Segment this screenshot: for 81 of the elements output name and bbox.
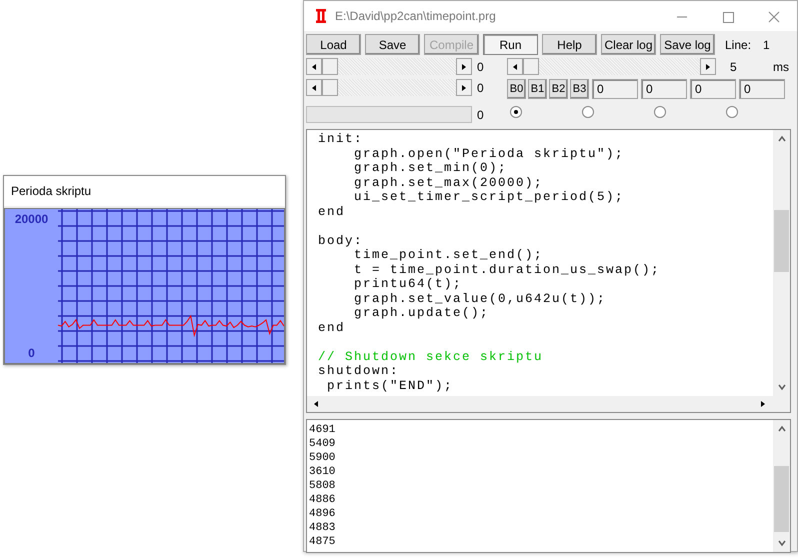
scrollbar-thumb[interactable] (774, 466, 789, 532)
scrollbar[interactable] (507, 58, 716, 75)
left-arrow-icon (311, 84, 317, 92)
log-line: 3610 (309, 465, 336, 479)
code-line: body: (318, 234, 364, 248)
line-label: Line: (725, 36, 752, 54)
toolbar-button[interactable]: Load (306, 34, 361, 55)
left-arrow-icon (311, 62, 317, 70)
code-line: ui_set_timer_script_period(5); (353, 190, 626, 204)
code-line: end (318, 320, 346, 335)
log-line: 5808 (309, 479, 336, 493)
radio-button[interactable] (510, 106, 522, 118)
period-unit: ms (773, 58, 789, 76)
scrollbar-thumb[interactable] (322, 79, 338, 96)
code-line: graph.open("Perioda skriptu"); (353, 146, 626, 161)
vertical-scrollbar[interactable] (773, 130, 790, 396)
scroll-left-button[interactable] (507, 58, 523, 75)
app-icon (315, 9, 327, 23)
log-line: 4875 (309, 535, 336, 549)
line-value: 1 (763, 36, 770, 54)
bit-button[interactable]: B2 (549, 79, 568, 99)
right-arrow-icon (705, 62, 711, 70)
scroll-right-button[interactable] (700, 58, 716, 75)
horizontal-scrollbar[interactable] (307, 396, 790, 412)
scroll-right-button[interactable] (456, 79, 472, 96)
left-arrow-icon (313, 400, 319, 408)
axis-label: 0 (28, 345, 35, 362)
bit-button[interactable]: B1 (528, 79, 547, 99)
scroll-left-button[interactable] (306, 58, 322, 75)
scrollbar[interactable] (306, 79, 472, 96)
toolbar-button[interactable]: Clear log (601, 34, 656, 55)
input-field[interactable]: 0 (592, 79, 638, 99)
scrollbar-thumb[interactable] (774, 210, 789, 272)
scroll-right-button[interactable] (456, 58, 472, 75)
code-line: time_point.set_end(); (353, 248, 544, 262)
bit-button[interactable]: B0 (507, 79, 526, 99)
input-field[interactable]: 0 (690, 79, 736, 99)
scrollbar-thumb[interactable] (523, 58, 539, 75)
left-arrow-icon (512, 62, 518, 70)
axis-label: 20000 (14, 211, 48, 228)
radio-button[interactable] (726, 106, 738, 118)
log-line: 5409 (309, 437, 336, 451)
vertical-scrollbar[interactable] (773, 420, 790, 552)
slider-value: 0 (477, 58, 484, 76)
log-line: 4691 (309, 423, 336, 437)
window-title: E:\David\pp2can\timepoint.prg (335, 8, 496, 25)
log-line: 4883 (309, 521, 336, 535)
window-title: Perioda skriptu (11, 183, 92, 200)
code-line: end (318, 204, 346, 219)
code-line: init: (318, 132, 364, 146)
progress-value: 0 (477, 106, 484, 124)
code-line: graph.set_max(20000); (353, 176, 544, 190)
code-editor[interactable] (306, 129, 791, 413)
scrollbar-thumb[interactable] (322, 58, 338, 75)
right-arrow-icon (760, 400, 766, 408)
right-arrow-icon (461, 62, 467, 70)
toolbar-button[interactable]: Save log (660, 34, 715, 55)
code-line: shutdown: (318, 364, 400, 378)
toolbar-button[interactable]: Run (483, 34, 538, 55)
toolbar-button[interactable]: Help (542, 34, 597, 55)
code-line: t = time_point.duration_us_swap(); (353, 262, 662, 277)
toolbar-button[interactable]: Save (365, 34, 420, 55)
bit-button[interactable]: B3 (570, 79, 589, 99)
slider-value: 0 (477, 80, 484, 96)
code-line: graph.set_min(0); (353, 161, 508, 176)
log-line: 4896 (309, 507, 336, 521)
code-line: graph.update(); (353, 306, 490, 320)
code-comment: // Shutdown sekce skriptu (318, 350, 544, 364)
radio-button[interactable] (654, 106, 666, 118)
scrollbar[interactable] (306, 58, 472, 75)
code-line: prints("END"); (326, 378, 454, 393)
log-line: 4886 (309, 493, 336, 507)
input-field[interactable]: 0 (641, 79, 687, 99)
right-arrow-icon (461, 84, 467, 92)
radio-button[interactable] (582, 106, 594, 118)
code-line: graph.set_value(0,u642u(t)); (353, 292, 608, 306)
input-field[interactable]: 0 (739, 79, 785, 99)
period-value: 5 (730, 58, 737, 76)
scroll-left-button[interactable] (306, 79, 322, 96)
code-line: printu64(t); (353, 277, 464, 292)
log-line: 5900 (309, 451, 336, 465)
